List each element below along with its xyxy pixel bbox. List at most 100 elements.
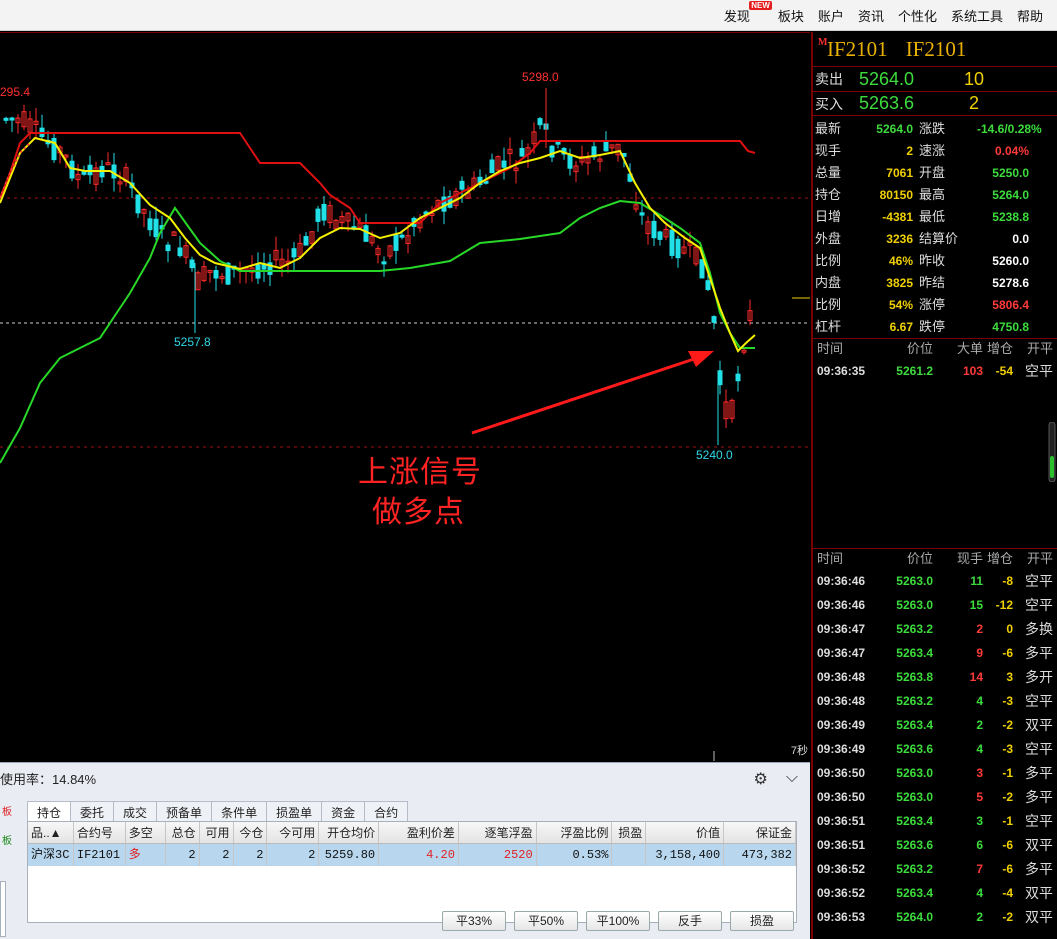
candle-body <box>669 229 675 256</box>
tick-price: 5263.0 <box>896 766 933 780</box>
tick-open-close: 双平 <box>1025 909 1053 925</box>
menu-help[interactable]: 帮助 <box>1017 6 1043 25</box>
tick-time: 09:36:49 <box>817 718 866 732</box>
tick-time: 09:36:48 <box>817 670 866 684</box>
trade-button-1[interactable]: 平50% <box>514 911 578 931</box>
menu-discover[interactable]: 发现 NEW <box>724 1 772 25</box>
list-item[interactable]: 09:36:49 5263.4 2 -2 双平 <box>813 713 1057 737</box>
list-item[interactable]: 09:36:48 5263.8 14 3 多开 <box>813 665 1057 689</box>
tick-volume: 3 <box>976 766 983 780</box>
price-label-high: 5298.0 <box>522 70 559 84</box>
quote-field-value: 5238.8 <box>992 210 1029 224</box>
table-row[interactable]: 沪深3C IF2101 多 2 2 2 2 5259.80 4.20 2520 0.53% 3,158… <box>28 844 796 866</box>
list-item[interactable]: 09:36:50 5263.0 3 -1 多平 <box>813 761 1057 785</box>
trade-button-0[interactable]: 平33% <box>442 911 506 931</box>
tick-volume: 2 <box>976 718 983 732</box>
column-header[interactable]: 浮盈比例 <box>537 822 613 843</box>
menu-system-tools[interactable]: 系统工具 <box>951 6 1003 25</box>
candle-body <box>549 145 555 158</box>
tick-time: 09:36:53 <box>817 910 866 924</box>
trade-button-3[interactable]: 反手 <box>658 911 722 931</box>
tick-volume: 15 <box>969 598 983 612</box>
column-header[interactable]: 损盈 <box>612 822 647 843</box>
quote-title-bar: M IF2101 IF2101 <box>813 32 1057 67</box>
trade-tabs: 持仓 委托 成交 预备单 条件单 损盈单 资金 合约 <box>27 801 409 823</box>
margin-usage-text: 使用率：14.84% <box>0 771 97 787</box>
tick-open-close: 多平 <box>1025 645 1053 661</box>
candle-body <box>675 238 681 259</box>
list-item[interactable]: 09:36:47 5263.2 2 0 多换 <box>813 617 1057 641</box>
side-tab-2[interactable]: 板 <box>0 832 18 847</box>
trading-panel: 使用率：14.84% ⚙ ⌵ 板 板 持仓 委托 成交 预备单 条件单 损盈单 资金 合约 品… <box>0 762 810 939</box>
column-header[interactable]: 合约号 <box>74 822 126 843</box>
kline-chart-canvas: 295.4 5298.0 5257.8 5240.0 <box>0 70 810 761</box>
candle-body <box>399 234 405 238</box>
tick-open-close: 多平 <box>1025 861 1053 877</box>
bid-label: 买入 <box>815 95 843 112</box>
list-item[interactable]: 09:36:51 5263.4 3 -1 空平 <box>813 809 1057 833</box>
bid-row[interactable]: 买入 5263.6 2 <box>813 91 1057 115</box>
menu-personalize[interactable]: 个性化 <box>898 6 937 25</box>
column-header[interactable]: 多空 <box>126 822 166 843</box>
tick-volume: 4 <box>976 694 983 708</box>
candle-body <box>519 148 525 157</box>
list-item[interactable]: 09:36:46 5263.0 11 -8 空平 <box>813 569 1057 593</box>
tab-2[interactable]: 成交 <box>113 801 158 823</box>
column-header[interactable]: 保证金 <box>724 822 796 843</box>
tab-4[interactable]: 条件单 <box>211 801 268 823</box>
tab-1[interactable]: 委托 <box>70 801 115 823</box>
list-item[interactable]: 09:36:47 5263.4 9 -6 多平 <box>813 641 1057 665</box>
column-header[interactable]: 盈利价差 <box>379 822 459 843</box>
quote-field-label[interactable]: 结算价 <box>919 228 977 250</box>
menu-sector[interactable]: 板块 <box>778 6 804 25</box>
trade-button-2[interactable]: 平100% <box>586 911 650 931</box>
tab-3[interactable]: 预备单 <box>156 801 213 823</box>
trade-button-4[interactable]: 损盈 <box>730 911 794 931</box>
list-item[interactable]: 09:36:35 5261.2 103 -54 空平 <box>813 359 1057 383</box>
list-item[interactable]: 09:36:50 5263.0 5 -2 多平 <box>813 785 1057 809</box>
menu-account[interactable]: 账户 <box>818 6 844 25</box>
column-header[interactable]: 总仓 <box>166 822 200 843</box>
candle-body <box>711 316 717 323</box>
column-header[interactable]: 品..▲ <box>28 822 74 843</box>
quote-field-value: 0.0 <box>1012 232 1029 246</box>
side-tab-1[interactable]: 板 <box>0 803 18 818</box>
tick-change: -3 <box>1002 742 1013 756</box>
list-item[interactable]: 09:36:51 5263.6 6 -6 双平 <box>813 833 1057 857</box>
candle-body <box>303 236 309 246</box>
collapse-chevron-icon[interactable]: ⌵ <box>786 769 798 789</box>
quote-field-label: 速涨 <box>919 143 946 158</box>
column-header[interactable]: 可用 <box>200 822 234 843</box>
position-table: 品..▲ 合约号 多空 总仓 可用 今仓 今可用 开仓均价 盈利价差 逐笔浮盈 浮盈比例 损盈 价值 保证… <box>27 821 797 923</box>
list-item[interactable]: 09:36:53 5264.0 2 -2 双平 <box>813 905 1057 929</box>
kline-chart[interactable]: 295.4 5298.0 5257.8 5240.0 上涨信号 做多点 7秒 <box>0 32 810 761</box>
column-header[interactable]: 价值 <box>646 822 725 843</box>
column-header[interactable]: 逐笔浮盈 <box>459 822 537 843</box>
tick-volume: 4 <box>976 742 983 756</box>
list-item[interactable]: 09:36:46 5263.0 15 -12 空平 <box>813 593 1057 617</box>
settings-gear-icon[interactable]: ⚙ <box>754 769 768 789</box>
list-item[interactable]: 09:36:52 5263.4 4 -4 双平 <box>813 881 1057 905</box>
tick-open-close: 空平 <box>1025 363 1053 379</box>
list-item[interactable]: 09:36:49 5263.6 4 -3 空平 <box>813 737 1057 761</box>
quote-field-value: 5264.0 <box>992 188 1029 202</box>
tab-6[interactable]: 资金 <box>321 801 366 823</box>
candle-body <box>537 118 543 126</box>
tick-time: 09:36:51 <box>817 814 866 828</box>
column-header[interactable]: 开仓均价 <box>319 822 380 843</box>
column-header[interactable]: 今可用 <box>267 822 320 843</box>
menu-news[interactable]: 资讯 <box>858 6 884 25</box>
list-item[interactable]: 09:36:52 5263.2 7 -6 多平 <box>813 857 1057 881</box>
list-item[interactable]: 09:36:48 5263.2 4 -3 空平 <box>813 689 1057 713</box>
quote-scrollbar[interactable] <box>1047 422 1057 482</box>
tick-volume: 3 <box>976 814 983 828</box>
candle-body <box>9 117 15 121</box>
tick-change: -6 <box>1002 862 1013 876</box>
tab-5[interactable]: 损盈单 <box>266 801 323 823</box>
tab-0[interactable]: 持仓 <box>27 801 72 823</box>
tab-7[interactable]: 合约 <box>364 801 409 823</box>
candle-body <box>567 154 573 169</box>
ask-row[interactable]: 卖出 5264.0 10 <box>813 67 1057 91</box>
quote-field-value: 6.67 <box>889 320 913 334</box>
column-header[interactable]: 今仓 <box>234 822 268 843</box>
